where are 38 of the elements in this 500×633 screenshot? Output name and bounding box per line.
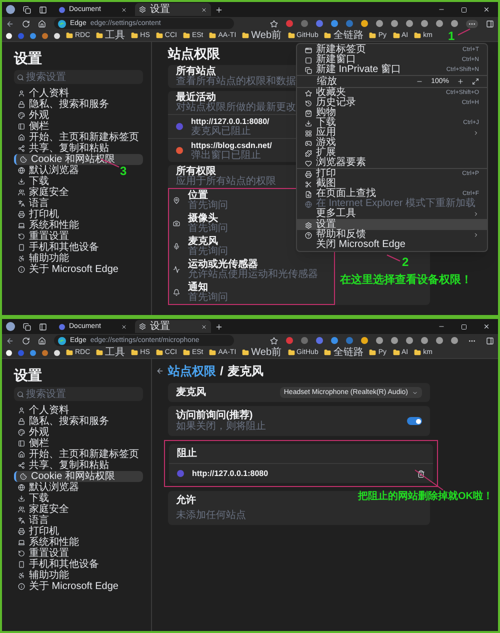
permission-name: 位置 [188, 190, 208, 201]
ask-description: 如果关闭，则将阻止 [176, 421, 266, 432]
permission-name: 摄像头 [188, 213, 218, 224]
section-description: 应用于所有站点的权限 [176, 177, 276, 187]
device-label: 麦克风 [176, 387, 206, 398]
annotation-text: 3 [120, 165, 127, 178]
breadcrumb-current: 麦克风 [227, 363, 264, 379]
settings-title: 设置 [14, 367, 43, 383]
permission-value: 首先询问 [188, 293, 228, 303]
permission-name: 运动或光传感器 [188, 259, 258, 270]
page-title: 站点权限 [168, 46, 220, 62]
annotation-text: 2 [402, 256, 409, 269]
permission-value: 允许站点使用运动和光传感器 [188, 270, 318, 280]
ask-title: 访问前询问(推荐) [176, 410, 254, 421]
allowed-title: 允许 [176, 495, 196, 506]
permission-value: 首先询问 [188, 247, 228, 257]
tab-label: 设置 [150, 4, 171, 15]
permission-name: 通知 [188, 282, 208, 293]
section-title: 最近活动 [176, 92, 216, 103]
annotation-text: 在这里选择查看设备权限！ [340, 274, 472, 286]
site-status: 弹出窗口已阻止 [191, 151, 261, 161]
annotation-text: 1 [448, 30, 455, 43]
tab-label: 设置 [150, 321, 171, 332]
settings-title: 设置 [14, 50, 43, 66]
annotation-text: 把阻止的网站删除掉就OK啦！ [358, 491, 493, 503]
permission-name: 麦克风 [188, 236, 218, 247]
section-description: 查看所有站点的权限和数据 [176, 77, 296, 87]
empty-message: 未添加任何站点 [176, 510, 246, 521]
breadcrumb-separator: / [220, 363, 224, 379]
section-description: 对站点权限所做的最新更改 [176, 103, 296, 113]
blocked-title: 阻止 [176, 446, 198, 461]
section-title: 所有权限 [176, 166, 216, 177]
site-status: 麦克风已阻止 [191, 127, 251, 137]
site-url: http://127.0.0.1:8080 [192, 468, 270, 479]
permission-value: 首先询问 [188, 201, 228, 211]
permission-value: 首先询问 [188, 224, 228, 234]
menu-label: 缩放 [317, 76, 337, 87]
section-title: 所有站点 [176, 66, 216, 77]
